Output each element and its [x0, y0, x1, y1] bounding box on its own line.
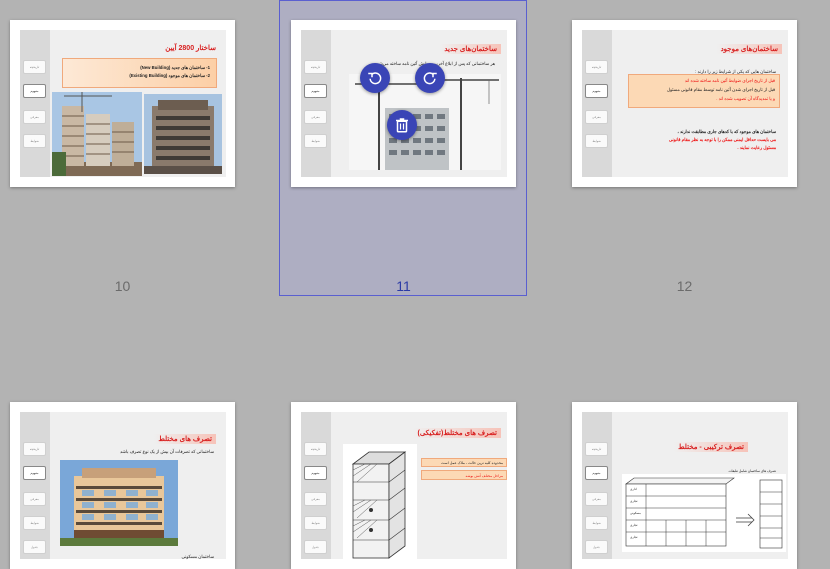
slide-peach-box: مراحل مختلف آتش بوشه [421, 470, 507, 480]
slide-sidebar-item: ضوابط [304, 134, 327, 148]
slide-sidebar-item: معرفی [23, 110, 46, 124]
rotate-right-button[interactable] [415, 63, 445, 93]
slide-bullet-text: قبل از تاریخ اجرای ضوابط آئین نامه ساخته… [684, 78, 775, 83]
building-photo-1 [52, 92, 142, 176]
slide-canvas: تاریخچه مفهوم معرفی ضوابط ساختمان‌های جد… [301, 30, 507, 177]
slide-sidebar-item: مفهوم [23, 466, 46, 480]
building-photo-2 [144, 94, 222, 174]
rotate-left-button[interactable] [360, 63, 390, 93]
fire-separation-diagram [343, 444, 417, 559]
slide-sidebar-item: معرفی [23, 492, 46, 506]
slide-sidebar-item: تاریخچه [23, 60, 46, 74]
slide-sidebar: تاریخچه مفهوم معرفی ضوابط [301, 30, 331, 177]
slide-paragraph-line: ساختمان های موجود که با کدهای جاری مطابق… [677, 129, 776, 134]
slide-sidebar: تاریخچه مفهوم معرفی ضوابط جدول [582, 412, 612, 559]
rotate-right-icon [423, 72, 437, 85]
slide-sidebar-item: تاریخچه [23, 442, 46, 456]
page-thumbnail-12[interactable]: تاریخچه مفهوم معرفی ضوابط ساختمان‌های مو… [572, 20, 797, 187]
slide-sidebar-item: تاریخچه [304, 60, 327, 74]
slide-sidebar-item: ضوابط [23, 134, 46, 148]
slide-sidebar-item: ضوابط [585, 134, 608, 148]
mixed-occupancy-table-diagram: اداری تجاری مسکونی تجاری تجاری [622, 474, 786, 552]
slide-sidebar-item: مفهوم [304, 84, 327, 98]
slide-title: تصرف ترکیبی - مختلط [674, 442, 748, 452]
slide-sidebar-item: ضوابط [23, 516, 46, 530]
trash-icon [396, 118, 408, 133]
slide-canvas: تاریخچه مفهوم معرفی ضوابط جدول تصرف ترکی… [582, 412, 788, 559]
slide-paragraph-line: مسئول رعایت نمایند . [737, 145, 776, 150]
page-number: 10 [114, 278, 131, 294]
slide-peach-box: 1- ساختمان های جدید (New Building) 2- سا… [62, 58, 217, 88]
slide-canvas: تاریخچه مفهوم معرفی ضوابط جدول تصرف های … [301, 412, 507, 559]
page-number: 11 [396, 278, 411, 294]
slide-sidebar: تاریخچه مفهوم معرفی ضوابط [582, 30, 612, 177]
slide-bullet-text: قبل از تاریخ اجرای شدن آئین نامه توسط مق… [666, 87, 775, 92]
page-thumbnail-13[interactable]: تاریخچه مفهوم معرفی ضوابط جدول تصرف های … [10, 402, 235, 569]
mixed-use-building-photo [60, 460, 178, 546]
delete-page-button[interactable] [387, 110, 417, 140]
table-row-label: مسکونی [630, 511, 641, 515]
slide-sidebar: تاریخچه مفهوم معرفی ضوابط جدول [20, 412, 50, 559]
page-thumbnail-10[interactable]: تاریخچه مفهوم معرفی ضوابط ساختار 2800 آی… [10, 20, 235, 187]
slide-sidebar-item: مفهوم [23, 84, 46, 98]
slide-sidebar: تاریخچه مفهوم معرفی ضوابط جدول [301, 412, 331, 559]
slide-sidebar: تاریخچه مفهوم معرفی ضوابط [20, 30, 50, 177]
slide-sidebar-item: مفهوم [304, 466, 327, 480]
slide-sidebar-item: ضوابط [304, 516, 327, 530]
slide-list-item: 2- ساختمان های موجود (Existing Building) [129, 73, 210, 78]
slide-sidebar-item: مفهوم [585, 466, 608, 480]
slide-bullet-text: و یا تمدیدگاه آن تصویب شده اند . [716, 96, 775, 101]
slide-canvas: تاریخچه مفهوم معرفی ضوابط ساختمان‌های مو… [582, 30, 788, 177]
page-thumbnail-11[interactable]: تاریخچه مفهوم معرفی ضوابط ساختمان‌های جد… [291, 20, 516, 187]
slide-sidebar-item: ضوابط [585, 516, 608, 530]
slide-caption: ساختمان مسکونی [181, 554, 214, 559]
slide-box-text: محدوده کلیه ترین حالت ، ملاک عمل است [441, 461, 503, 465]
slide-sidebar-item: تاریخچه [304, 442, 327, 456]
slide-sidebar-item: معرفی [304, 492, 327, 506]
slide-sidebar-item: تاریخچه [585, 442, 608, 456]
slide-sidebar-item: تاریخچه [585, 60, 608, 74]
rotate-left-icon [368, 72, 382, 85]
slide-box-text: مراحل مختلف آتش بوشه [465, 474, 503, 478]
slide-canvas: تاریخچه مفهوم معرفی ضوابط جدول تصرف های … [20, 412, 226, 559]
table-row-label: اداری [630, 487, 637, 491]
slide-peach-box: محدوده کلیه ترین حالت ، ملاک عمل است [421, 458, 507, 467]
slide-title: ساختمان‌های موجود [716, 44, 782, 54]
slide-canvas: تاریخچه مفهوم معرفی ضوابط ساختار 2800 آی… [20, 30, 226, 177]
page-number: 12 [676, 278, 693, 294]
slide-sidebar-item: معرفی [585, 492, 608, 506]
slide-subtitle: ساختمانی که تصرفات آن بیش از یک نوع تصرف… [120, 449, 214, 454]
slide-title: تصرف های مختلط [154, 434, 216, 444]
slide-title: ساختمان‌های جدید [440, 44, 501, 54]
table-row-label: تجاری [630, 523, 638, 527]
page-thumbnail-15[interactable]: تاریخچه مفهوم معرفی ضوابط جدول تصرف ترکی… [572, 402, 797, 569]
slide-sidebar-item: معرفی [304, 110, 327, 124]
slide-peach-box: قبل از تاریخ اجرای ضوابط آئین نامه ساخته… [628, 74, 780, 108]
slide-title: تصرف های مختلط(تفکیکی) [413, 428, 501, 438]
slide-sidebar-item: معرفی [585, 110, 608, 124]
table-row-label: تجاری [630, 499, 638, 503]
slide-paragraph-line: می بایست حداقل ایمنی ممکن را با توجه به … [668, 137, 776, 142]
page-thumbnail-14[interactable]: تاریخچه مفهوم معرفی ضوابط جدول تصرف های … [291, 402, 516, 569]
table-row-label: تجاری [630, 535, 638, 539]
slide-list-item: 1- ساختمان های جدید (New Building) [140, 65, 210, 70]
slide-title: ساختار 2800 آیین [165, 45, 216, 52]
slide-sidebar-item: مفهوم [585, 84, 608, 98]
